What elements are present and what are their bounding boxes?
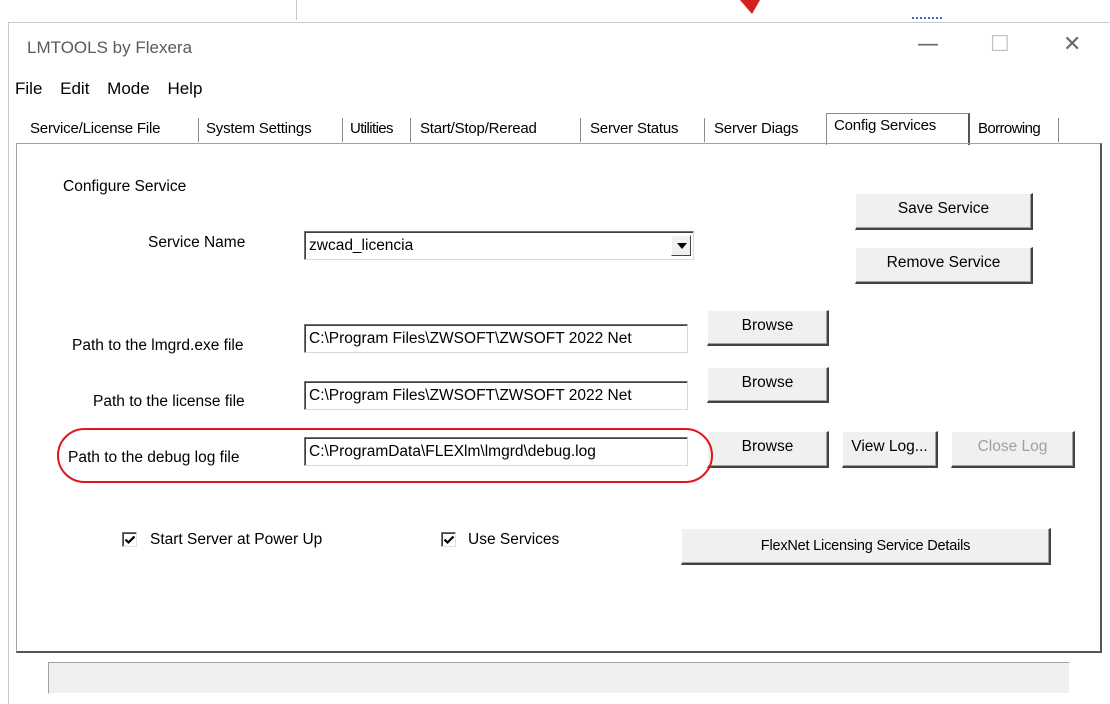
tab-config-services[interactable]: Config Services <box>834 117 936 134</box>
remove-service-button[interactable]: Remove Service <box>855 247 1033 284</box>
background-strip <box>0 0 1110 22</box>
window-title: LMTOOLS by Flexera <box>27 38 193 57</box>
tab-separator <box>704 118 706 142</box>
tab-separator <box>342 118 344 142</box>
tab-start-stop-reread[interactable]: Start/Stop/Reread <box>420 120 537 137</box>
menu-mode[interactable]: Mode <box>107 79 150 99</box>
tab-system-settings[interactable]: System Settings <box>206 120 312 137</box>
checkmark-icon <box>124 535 136 545</box>
maximize-button[interactable]: ☐ <box>990 32 1010 57</box>
use-services-checkbox[interactable] <box>441 532 456 547</box>
menu-edit[interactable]: Edit <box>60 79 89 99</box>
checkmark-icon <box>443 535 455 545</box>
menu-bar: File Edit Mode Help <box>15 79 215 99</box>
view-log-button[interactable]: View Log... <box>842 431 938 468</box>
menu-file[interactable]: File <box>15 79 42 99</box>
start-at-power-up-checkbox[interactable] <box>122 532 137 547</box>
tab-utilities[interactable]: Utilities <box>350 120 394 137</box>
tab-server-status[interactable]: Server Status <box>590 120 678 137</box>
debug-log-browse-button[interactable]: Browse <box>707 431 829 468</box>
tab-separator <box>580 118 582 142</box>
service-name-value: zwcad_licencia <box>309 237 414 254</box>
tab-strip: Service/License File System Settings Uti… <box>24 114 1084 146</box>
license-browse-button[interactable]: Browse <box>707 367 829 403</box>
lmgrd-path-label: Path to the lmgrd.exe file <box>72 337 244 354</box>
background-dotted-mark <box>912 17 942 19</box>
background-divider <box>296 0 297 20</box>
tab-separator <box>1058 118 1060 142</box>
chevron-down-icon[interactable] <box>671 235 691 256</box>
start-at-power-up-label: Start Server at Power Up <box>150 531 323 548</box>
minimize-button[interactable]: — <box>917 32 939 57</box>
license-path-input[interactable]: C:\Program Files\ZWSOFT\ZWSOFT 2022 Net <box>304 381 688 410</box>
use-services-label: Use Services <box>468 531 560 548</box>
debug-log-highlight-ring <box>57 428 713 483</box>
save-service-button[interactable]: Save Service <box>855 193 1033 230</box>
close-log-button: Close Log <box>951 431 1075 468</box>
lmgrd-path-input[interactable]: C:\Program Files\ZWSOFT\ZWSOFT 2022 Net <box>304 324 688 353</box>
tab-borrowing[interactable]: Borrowing <box>978 120 1041 137</box>
tab-separator <box>410 118 412 142</box>
background-red-marker <box>740 0 760 14</box>
service-name-combobox[interactable]: zwcad_licencia <box>304 231 694 260</box>
service-name-label: Service Name <box>148 234 246 251</box>
tab-separator <box>198 118 200 142</box>
status-bar <box>48 662 1070 694</box>
close-button[interactable]: ✕ <box>1063 32 1081 57</box>
tab-service-license-file[interactable]: Service/License File <box>30 120 160 137</box>
tab-server-diags[interactable]: Server Diags <box>714 120 798 137</box>
flexnet-details-button[interactable]: FlexNet Licensing Service Details <box>681 528 1051 565</box>
lmgrd-browse-button[interactable]: Browse <box>707 310 829 346</box>
menu-help[interactable]: Help <box>167 79 202 99</box>
license-path-label: Path to the license file <box>93 393 245 410</box>
configure-service-label: Configure Service <box>63 178 187 195</box>
